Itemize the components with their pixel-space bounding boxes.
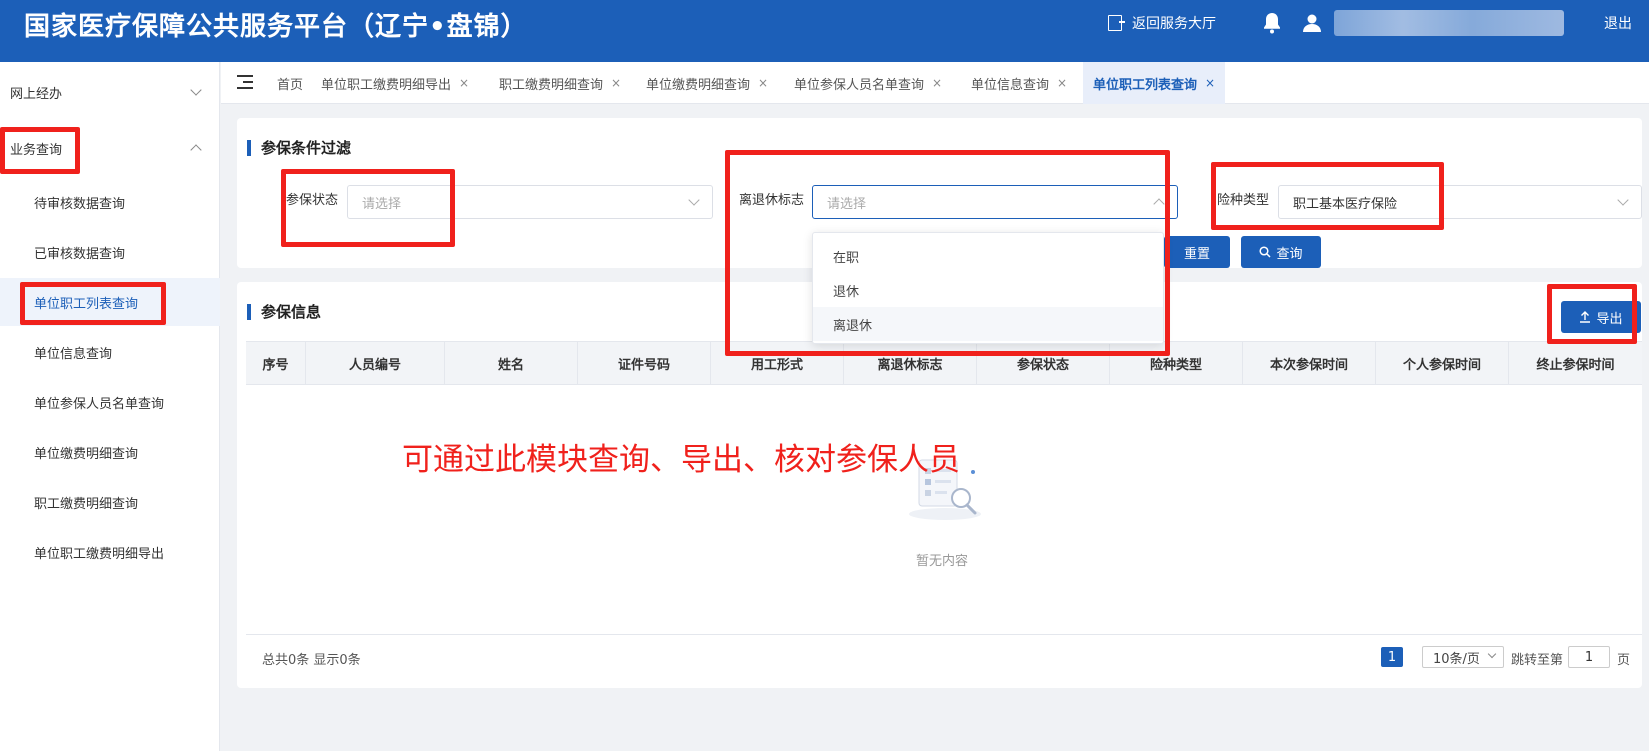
column-header: 人员编号 bbox=[306, 342, 445, 384]
export-button[interactable]: 导出 bbox=[1561, 301, 1641, 333]
search-button[interactable]: 查询 bbox=[1241, 236, 1321, 268]
column-header: 姓名 bbox=[445, 342, 578, 384]
chevron-down-icon bbox=[688, 194, 700, 206]
tab-label: 单位职工缴费明细导出 bbox=[321, 77, 452, 93]
tab-employee-payment[interactable]: 职工缴费明细查询 × bbox=[499, 62, 621, 104]
chevron-up-icon bbox=[1153, 198, 1165, 210]
jump-page-unit: 页 bbox=[1617, 653, 1631, 668]
tab-payment-export[interactable]: 单位职工缴费明细导出 × bbox=[321, 62, 469, 104]
insurance-type-value: 职工基本医疗保险 bbox=[1293, 196, 1398, 212]
retirement-flag-dropdown: 在职 退休 离退休 bbox=[812, 232, 1164, 344]
exit-door-icon bbox=[1108, 15, 1125, 31]
sidebar-item-pending[interactable]: 待审核数据查询 bbox=[0, 178, 220, 226]
column-header: 险种类型 bbox=[1110, 342, 1243, 384]
search-icon bbox=[1259, 246, 1272, 258]
tab-unit-info[interactable]: 单位信息查询 × bbox=[971, 62, 1067, 104]
tab-label: 单位参保人员名单查询 bbox=[794, 77, 925, 93]
close-icon[interactable]: × bbox=[1205, 76, 1215, 90]
close-icon[interactable]: × bbox=[932, 76, 942, 90]
sidebar-item-unit-payment[interactable]: 单位缴费明细查询 bbox=[0, 428, 220, 476]
bell-icon[interactable] bbox=[1262, 0, 1282, 46]
retirement-flag-select[interactable]: 请选择 bbox=[812, 185, 1178, 219]
close-icon[interactable]: × bbox=[758, 76, 768, 90]
page-size-select[interactable]: 10条/页 bbox=[1422, 646, 1504, 668]
pagination-total: 总共0条 显示0条 bbox=[262, 653, 361, 668]
jump-page-input[interactable]: 1 bbox=[1568, 646, 1610, 668]
sidebar-group-online[interactable]: 网上经办 bbox=[0, 72, 220, 112]
search-button-label: 查询 bbox=[1276, 246, 1303, 262]
close-icon[interactable]: × bbox=[611, 76, 621, 90]
table-footer-divider bbox=[246, 634, 1642, 635]
column-header: 终止参保时间 bbox=[1536, 357, 1615, 373]
insured-info-title: 参保信息 bbox=[247, 304, 321, 320]
column-header: 证件号码 bbox=[578, 342, 711, 384]
insured-status-select[interactable]: 请选择 bbox=[347, 185, 713, 219]
pagination-page-1[interactable]: 1 bbox=[1381, 647, 1403, 667]
back-to-hall-label: 返回服务大厅 bbox=[1132, 16, 1216, 32]
tab-label: 单位职工列表查询 bbox=[1093, 77, 1198, 93]
sidebar-item-insured-roster[interactable]: 单位参保人员名单查询 bbox=[0, 378, 220, 426]
dropdown-option-retired-cadre[interactable]: 离退休 bbox=[813, 307, 1163, 341]
tab-home[interactable]: 首页 bbox=[277, 62, 303, 104]
tab-label: 单位信息查询 bbox=[971, 77, 1050, 93]
close-icon[interactable]: × bbox=[1057, 76, 1067, 90]
user-icon[interactable] bbox=[1302, 0, 1322, 46]
page-size-value: 10条/页 bbox=[1433, 651, 1480, 667]
insurance-type-select[interactable]: 职工基本医疗保险 bbox=[1278, 185, 1642, 219]
upload-icon bbox=[1580, 311, 1591, 323]
chevron-down-icon bbox=[190, 84, 202, 96]
sidebar-group-label: 业务查询 bbox=[10, 142, 63, 158]
retirement-flag-label: 离退休标志 bbox=[739, 193, 805, 208]
sidebar-group-label: 网上经办 bbox=[10, 86, 63, 102]
logout-button[interactable]: 退出 bbox=[1604, 0, 1632, 46]
tab-unit-payment[interactable]: 单位缴费明细查询 × bbox=[646, 62, 768, 104]
sidebar: 网上经办 业务查询 待审核数据查询 已审核数据查询 单位职工列表查询 单位信息查… bbox=[0, 62, 220, 751]
sidebar-item-employee-payment[interactable]: 职工缴费明细查询 bbox=[0, 478, 220, 526]
chevron-down-icon bbox=[1617, 194, 1629, 206]
tab-label: 首页 bbox=[277, 77, 304, 93]
tab-insured-roster[interactable]: 单位参保人员名单查询 × bbox=[794, 62, 942, 104]
insurance-type-label: 险种类型 bbox=[1217, 193, 1270, 208]
app-title: 国家医疗保障公共服务平台（辽宁•盘锦） bbox=[24, 12, 528, 42]
column-header: 本次参保时间 bbox=[1243, 342, 1376, 384]
tab-employee-list[interactable]: 单位职工列表查询 × bbox=[1083, 62, 1226, 104]
menu-collapse-icon[interactable] bbox=[237, 75, 253, 89]
jump-to-label: 跳转至第 bbox=[1511, 653, 1564, 668]
empty-state-text: 暂无内容 bbox=[916, 554, 969, 569]
column-header: 序号 bbox=[246, 342, 306, 384]
dropdown-option-employed[interactable]: 在职 bbox=[813, 239, 1163, 273]
tab-label: 单位缴费明细查询 bbox=[646, 77, 751, 93]
sidebar-item-employee-list[interactable]: 单位职工列表查询 bbox=[0, 278, 220, 326]
column-header: 参保状态 bbox=[977, 342, 1110, 384]
column-header: 离退休标志 bbox=[844, 342, 977, 384]
sidebar-group-query[interactable]: 业务查询 bbox=[0, 128, 220, 168]
sidebar-item-audited[interactable]: 已审核数据查询 bbox=[0, 228, 220, 276]
tab-bar: 首页 单位职工缴费明细导出 × 职工缴费明细查询 × 单位缴费明细查询 × 单位参保人… bbox=[221, 62, 1649, 104]
back-to-hall-link[interactable]: 返回服务大厅 bbox=[1108, 0, 1216, 46]
sidebar-item-unit-info[interactable]: 单位信息查询 bbox=[0, 328, 220, 376]
insured-status-placeholder: 请选择 bbox=[362, 196, 402, 212]
filter-title: 参保条件过滤 bbox=[247, 140, 351, 156]
retirement-flag-placeholder: 请选择 bbox=[827, 196, 867, 212]
insured-status-label: 参保状态 bbox=[286, 193, 339, 208]
user-name-blurred bbox=[1334, 0, 1564, 46]
dropdown-option-retired[interactable]: 退休 bbox=[813, 273, 1163, 307]
sidebar-item-payment-export[interactable]: 单位职工缴费明细导出 bbox=[0, 528, 220, 576]
chevron-down-icon bbox=[1487, 649, 1497, 659]
close-icon[interactable]: × bbox=[459, 76, 469, 90]
tab-label: 职工缴费明细查询 bbox=[499, 77, 604, 93]
column-header: 个人参保时间 bbox=[1376, 342, 1509, 384]
table-header: 序号 人员编号 姓名 证件号码 用工形式 离退休标志 参保状态 险种类型 本次参… bbox=[246, 341, 1642, 385]
chevron-up-icon bbox=[190, 144, 202, 156]
annotation-text: 可通过此模块查询、导出、核对参保人员 bbox=[402, 442, 960, 478]
app-header: 国家医疗保障公共服务平台（辽宁•盘锦） 返回服务大厅 退出 bbox=[0, 0, 1649, 62]
reset-button[interactable]: 重置 bbox=[1164, 236, 1230, 268]
export-button-label: 导出 bbox=[1596, 311, 1623, 327]
column-header: 用工形式 bbox=[711, 342, 844, 384]
